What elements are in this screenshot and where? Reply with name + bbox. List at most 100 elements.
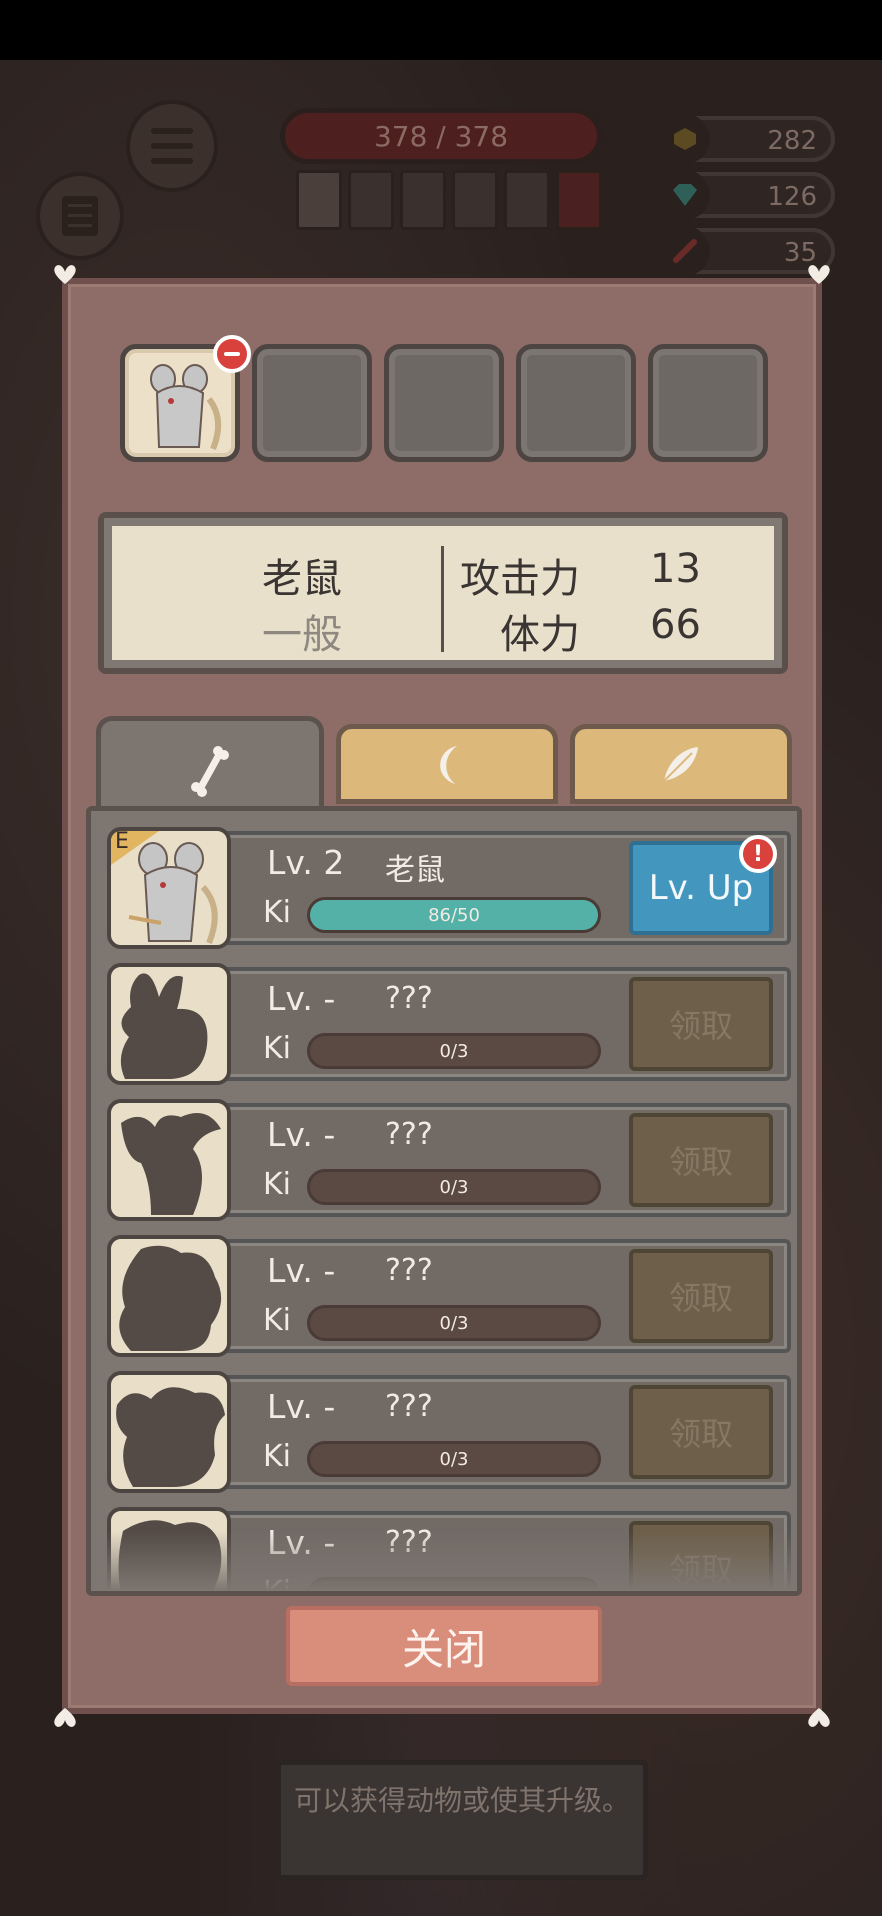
claim-label: 领取 bbox=[668, 1143, 733, 1181]
list-item: Lv. - ??? Ki 0/3 领取 bbox=[107, 963, 791, 1085]
ki-progress-bar: 0/3 bbox=[307, 1441, 601, 1477]
tab-claw[interactable] bbox=[336, 724, 558, 804]
ki-label: Ki bbox=[263, 1303, 292, 1338]
bone-icon bbox=[660, 226, 710, 276]
animal-name-text: ??? bbox=[385, 1253, 433, 1288]
ki-label: Ki bbox=[263, 895, 292, 930]
gem-value: 126 bbox=[767, 182, 817, 212]
locked-silhouette-icon bbox=[120, 973, 208, 1079]
ki-progress-text: 0/3 bbox=[439, 1041, 469, 1062]
close-button[interactable]: 关闭 bbox=[286, 1606, 602, 1686]
attack-label: 攻击力 bbox=[460, 556, 580, 602]
gold-coin-icon bbox=[660, 114, 710, 164]
corner-ornament-icon bbox=[808, 265, 830, 284]
checklist-icon bbox=[62, 196, 98, 236]
level-up-label: Lv. Up bbox=[648, 868, 754, 908]
party-slot[interactable] bbox=[296, 170, 342, 230]
animal-portrait[interactable] bbox=[107, 1099, 231, 1221]
minus-icon bbox=[224, 352, 240, 356]
gem-icon bbox=[660, 170, 710, 220]
ki-progress-text: 0/3 bbox=[439, 1177, 469, 1198]
claim-label: 领取 bbox=[668, 1007, 733, 1045]
bone-icon bbox=[191, 745, 229, 797]
corner-ornament-icon bbox=[808, 1708, 830, 1727]
claw-icon bbox=[440, 746, 457, 784]
claim-label: 领取 bbox=[668, 1415, 733, 1453]
animal-list[interactable]: E Lv. 2 老鼠 Ki 86/50 Lv. Up ! Lv. - ??? K… bbox=[86, 806, 802, 1596]
alert-icon: ! bbox=[739, 835, 777, 873]
list-item: Lv. - ??? Ki 0/3 领取 bbox=[107, 1235, 791, 1357]
team-slot[interactable] bbox=[120, 335, 251, 462]
level-text: Lv. - bbox=[267, 1251, 336, 1290]
ki-label: Ki bbox=[263, 1031, 292, 1066]
claim-button[interactable]: 领取 bbox=[629, 1113, 773, 1207]
gold-counter: 282 bbox=[660, 114, 835, 164]
party-slot[interactable] bbox=[400, 170, 446, 230]
tab-bone[interactable] bbox=[96, 716, 324, 820]
team-slot[interactable] bbox=[384, 344, 504, 462]
animal-portrait[interactable] bbox=[107, 1235, 231, 1357]
team-slot[interactable] bbox=[252, 344, 372, 462]
stamina-value: 66 bbox=[650, 602, 701, 648]
party-slot[interactable] bbox=[556, 170, 602, 230]
team-slot[interactable] bbox=[648, 344, 768, 462]
animal-name-text: ??? bbox=[385, 981, 433, 1016]
ki-progress-bar: 0/3 bbox=[307, 1305, 601, 1341]
claim-button[interactable]: 领取 bbox=[629, 1385, 773, 1479]
menu-icon bbox=[151, 128, 193, 164]
animal-collection-modal: 老鼠 一般 攻击力 13 体力 66 E Lv. 2 老鼠 Ki 86/50 L… bbox=[54, 265, 830, 1727]
corner-ornament-icon bbox=[54, 265, 76, 284]
list-fade bbox=[91, 1531, 797, 1591]
animal-name-text: ??? bbox=[385, 1117, 433, 1152]
team-slot[interactable] bbox=[516, 344, 636, 462]
corner-ornament-icon bbox=[54, 1708, 76, 1727]
list-item: Lv. - ??? Ki 0/3 领取 bbox=[107, 1099, 791, 1221]
hint-tooltip: 可以获得动物或使其升级。 bbox=[276, 1760, 648, 1880]
ki-label: Ki bbox=[263, 1439, 292, 1474]
tab-feather[interactable] bbox=[570, 724, 792, 804]
gem-counter: 126 bbox=[660, 170, 835, 220]
stamina-label: 体力 bbox=[500, 612, 580, 658]
claim-label: 领取 bbox=[668, 1279, 733, 1317]
team-slots bbox=[120, 335, 768, 462]
gold-value: 282 bbox=[767, 126, 817, 156]
level-up-button[interactable]: Lv. Up ! bbox=[629, 835, 777, 935]
party-slot[interactable] bbox=[504, 170, 550, 230]
animal-name-text: 老鼠 bbox=[385, 853, 445, 888]
hp-bar: 378 / 378 bbox=[280, 108, 602, 164]
claim-button[interactable]: 领取 bbox=[629, 977, 773, 1071]
party-slot[interactable] bbox=[452, 170, 498, 230]
status-bar bbox=[0, 0, 882, 60]
level-text: Lv. - bbox=[267, 1115, 336, 1154]
quest-button[interactable] bbox=[36, 172, 124, 260]
ki-progress-text: 0/3 bbox=[439, 1449, 469, 1470]
attack-value: 13 bbox=[650, 546, 701, 592]
animal-portrait[interactable] bbox=[107, 1371, 231, 1493]
stat-summary: 老鼠 一般 攻击力 13 体力 66 bbox=[98, 512, 788, 674]
party-slots bbox=[296, 170, 602, 230]
rank-text: E bbox=[115, 829, 129, 854]
animal-name: 老鼠 bbox=[262, 556, 342, 602]
animal-name-text: ??? bbox=[385, 1389, 433, 1424]
ki-progress-bar: 0/3 bbox=[307, 1169, 601, 1205]
ki-progress-bar: 86/50 bbox=[307, 897, 601, 933]
list-item: E Lv. 2 老鼠 Ki 86/50 Lv. Up ! bbox=[107, 827, 791, 949]
locked-silhouette-icon bbox=[119, 1245, 222, 1351]
close-label: 关闭 bbox=[401, 1624, 486, 1674]
ki-progress-bar: 0/3 bbox=[307, 1033, 601, 1069]
list-item: Lv. - ??? Ki 0/3 领取 bbox=[107, 1371, 791, 1493]
menu-button[interactable] bbox=[126, 100, 218, 192]
hint-text: 可以获得动物或使其升级。 bbox=[293, 1784, 630, 1817]
stat-divider bbox=[441, 546, 444, 652]
locked-silhouette-icon bbox=[121, 1113, 221, 1215]
animal-rarity: 一般 bbox=[262, 612, 342, 658]
hp-text: 378 / 378 bbox=[373, 119, 509, 153]
remove-member-button[interactable] bbox=[213, 335, 251, 373]
claim-button[interactable]: 领取 bbox=[629, 1249, 773, 1343]
feather-icon bbox=[663, 747, 698, 782]
level-text: Lv. - bbox=[267, 1387, 336, 1426]
animal-portrait[interactable] bbox=[107, 963, 231, 1085]
party-slot[interactable] bbox=[348, 170, 394, 230]
animal-portrait[interactable]: E bbox=[107, 827, 231, 949]
ki-progress-text: 86/50 bbox=[428, 905, 480, 926]
